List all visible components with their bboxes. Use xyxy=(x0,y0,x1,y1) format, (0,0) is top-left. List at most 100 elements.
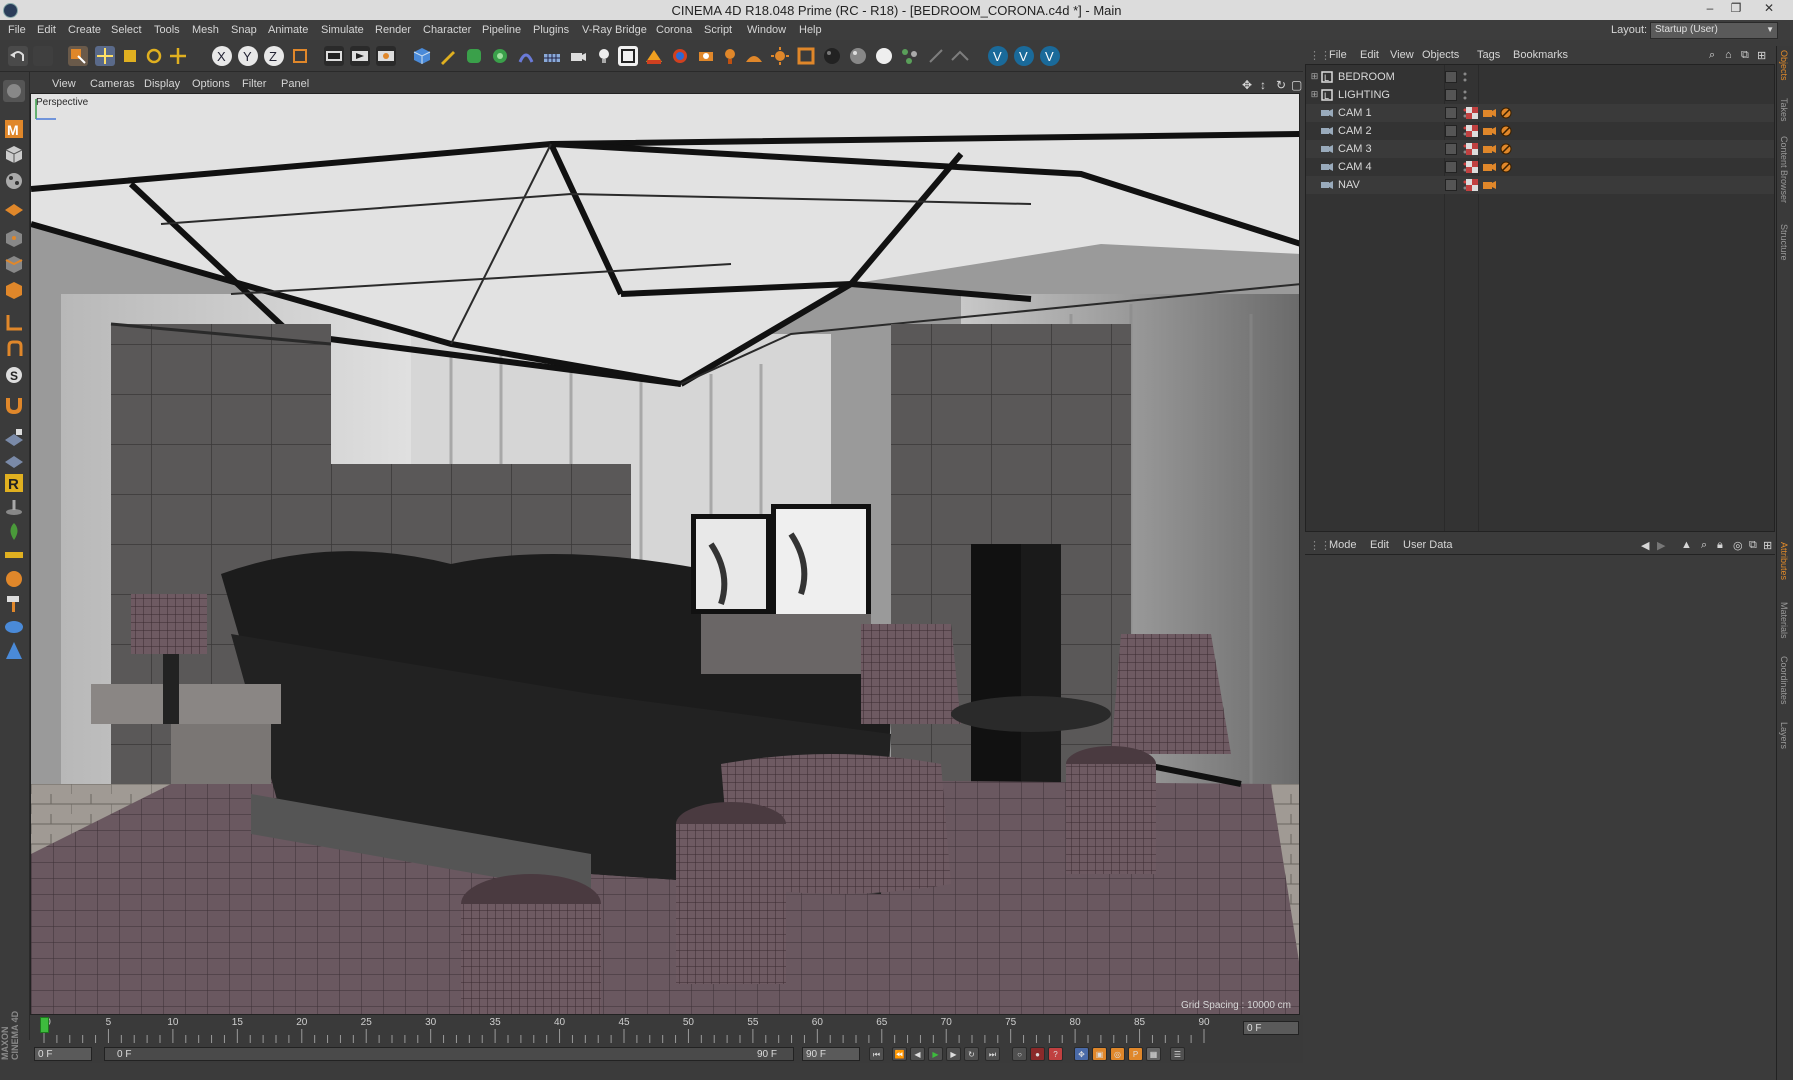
magnet-icon[interactable] xyxy=(3,394,25,416)
checker-tag-icon[interactable] xyxy=(1466,161,1479,173)
objects-menu-objects[interactable]: Objects xyxy=(1422,49,1459,61)
object-mode-icon[interactable] xyxy=(3,144,25,166)
side-tab-coordinates[interactable]: Coordinates xyxy=(1779,656,1789,705)
home-icon[interactable]: ⌂ xyxy=(1725,49,1732,61)
expand-panel-icon[interactable]: ⊞ xyxy=(1757,49,1766,62)
menu-plugins[interactable]: Plugins xyxy=(533,24,569,36)
autokey-icon[interactable]: ? xyxy=(1048,1047,1063,1061)
key-position-icon[interactable]: ✥ xyxy=(1074,1047,1089,1061)
checker-tag-icon[interactable] xyxy=(1466,179,1479,191)
enable-axis-icon[interactable] xyxy=(3,312,25,334)
forward-arrow-icon[interactable]: ▶ xyxy=(1657,539,1665,552)
new-view-icon[interactable]: ⧉ xyxy=(1749,539,1757,552)
material-ball-white-icon[interactable] xyxy=(874,46,894,66)
checker-tag-icon[interactable] xyxy=(1466,143,1479,155)
editor-render-visibility-icon[interactable] xyxy=(1463,70,1467,84)
record-keys-icon[interactable]: ○ xyxy=(1012,1047,1027,1061)
key-scale-icon[interactable]: ▣ xyxy=(1092,1047,1107,1061)
viewport-menu-filter[interactable]: Filter xyxy=(242,78,266,90)
make-editable-icon[interactable] xyxy=(3,80,25,102)
search-icon[interactable]: ⌕ xyxy=(1709,49,1715,62)
corona-camera-tag-icon[interactable] xyxy=(1483,179,1496,191)
plant-icon[interactable] xyxy=(3,520,25,542)
menu-create[interactable]: Create xyxy=(68,24,101,36)
snap-icon[interactable] xyxy=(926,46,946,66)
layer-visibility-icon[interactable] xyxy=(1445,71,1457,83)
material-ball-grey-icon[interactable] xyxy=(848,46,868,66)
layer-visibility-icon[interactable] xyxy=(1445,89,1457,101)
object-row-lighting[interactable]: ⊞ L LIGHTING xyxy=(1306,86,1774,104)
cone-icon[interactable] xyxy=(3,640,25,662)
expand-plus-icon[interactable]: ⊞ xyxy=(1310,72,1319,81)
protection-tag-icon[interactable] xyxy=(1500,107,1512,119)
menu-corona[interactable]: Corona xyxy=(656,24,692,36)
object-row-cam-1[interactable]: CAM 1 xyxy=(1306,104,1774,122)
menu-animate[interactable]: Animate xyxy=(268,24,308,36)
brush-icon[interactable] xyxy=(3,496,25,518)
corona-material-icon[interactable] xyxy=(670,46,690,66)
menu-pipeline[interactable]: Pipeline xyxy=(482,24,521,36)
end-frame-field[interactable]: 90 F xyxy=(802,1047,860,1061)
editor-render-visibility-icon[interactable] xyxy=(1463,88,1467,102)
workplane-icon[interactable] xyxy=(950,46,970,66)
layer-visibility-icon[interactable] xyxy=(1445,161,1457,173)
viewport-maximize-icon[interactable]: ▢ xyxy=(1291,78,1302,92)
record-active-icon[interactable]: ● xyxy=(1030,1047,1045,1061)
scatter-icon[interactable] xyxy=(900,46,920,66)
corona-sky-icon[interactable] xyxy=(744,46,764,66)
edges-mode-icon[interactable] xyxy=(3,254,25,276)
expand-plus-icon[interactable]: ⊞ xyxy=(1310,90,1319,99)
sphere-light-icon[interactable] xyxy=(3,568,25,590)
corona-frame-buffer-icon[interactable] xyxy=(618,46,638,66)
minimize-button[interactable]: – xyxy=(1699,1,1721,18)
move-icon[interactable] xyxy=(95,46,115,66)
menu-file[interactable]: File xyxy=(8,24,26,36)
objects-menu-view[interactable]: View xyxy=(1390,49,1414,61)
objects-menu-bookmarks[interactable]: Bookmarks xyxy=(1513,49,1568,61)
corona-camera-icon[interactable] xyxy=(696,46,716,66)
snapping-icon[interactable]: S xyxy=(3,364,25,386)
key-rotation-icon[interactable]: ◎ xyxy=(1110,1047,1125,1061)
preview-range-slider[interactable]: 0 F 90 F xyxy=(104,1047,794,1061)
key-parameter-icon[interactable]: P xyxy=(1128,1047,1143,1061)
corona-camera-tag-icon[interactable] xyxy=(1483,143,1496,155)
play-icon[interactable]: ▶ xyxy=(928,1047,943,1061)
side-tab-layers[interactable]: Layers xyxy=(1779,722,1789,749)
lock-icon[interactable]: 🔒︎ xyxy=(1717,539,1723,552)
workplane-mode-icon[interactable] xyxy=(3,196,25,218)
polygons-mode-icon[interactable] xyxy=(3,280,25,302)
material-ball-dark-icon[interactable] xyxy=(822,46,842,66)
vray-render-icon[interactable]: V xyxy=(988,46,1008,66)
protection-tag-icon[interactable] xyxy=(1500,161,1512,173)
render-view-icon[interactable] xyxy=(324,46,344,66)
corona-proxy-icon[interactable] xyxy=(796,46,816,66)
viewport-menu-options[interactable]: Options xyxy=(192,78,230,90)
timeline-options-icon[interactable]: ☰ xyxy=(1170,1047,1185,1061)
pen-spline-icon[interactable] xyxy=(438,46,458,66)
corona-sun-icon[interactable] xyxy=(770,46,790,66)
viewport-menu-cameras[interactable]: Cameras xyxy=(90,78,135,90)
points-mode-icon[interactable] xyxy=(3,228,25,250)
attributes-menu-user-data[interactable]: User Data xyxy=(1403,539,1453,551)
z-axis-lock-icon[interactable]: Z xyxy=(264,46,284,66)
array-generator-icon[interactable] xyxy=(490,46,510,66)
measure-icon[interactable] xyxy=(3,544,25,566)
next-frame-icon[interactable]: ▶ xyxy=(946,1047,961,1061)
go-to-start-icon[interactable]: ⏮ xyxy=(869,1047,884,1061)
camera-icon[interactable] xyxy=(568,46,588,66)
corona-render-icon[interactable] xyxy=(644,46,664,66)
scale-icon[interactable] xyxy=(120,46,140,66)
objects-menu-file[interactable]: File xyxy=(1329,49,1347,61)
viewport-move-icon[interactable]: ✥ xyxy=(1242,78,1252,92)
objects-menu-tags[interactable]: Tags xyxy=(1477,49,1500,61)
menu-tools[interactable]: Tools xyxy=(154,24,180,36)
corona-camera-tag-icon[interactable] xyxy=(1483,161,1496,173)
deformer-icon[interactable] xyxy=(516,46,536,66)
back-arrow-icon[interactable]: ◀ xyxy=(1641,539,1649,552)
corona-camera-tag-icon[interactable] xyxy=(1483,125,1496,137)
model-mode-icon[interactable]: M xyxy=(3,118,25,140)
render-settings-icon[interactable] xyxy=(376,46,396,66)
menu-mesh[interactable]: Mesh xyxy=(192,24,219,36)
side-tab-attributes[interactable]: Attributes xyxy=(1779,542,1789,580)
side-tab-structure[interactable]: Structure xyxy=(1779,224,1789,261)
